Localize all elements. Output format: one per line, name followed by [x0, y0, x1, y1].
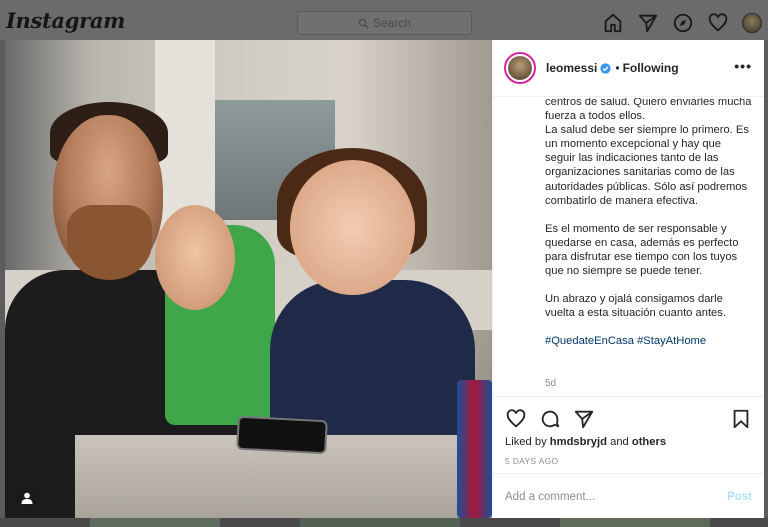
verified-badge-icon	[600, 62, 612, 74]
search-box[interactable]: Search	[297, 11, 472, 35]
more-options-button[interactable]: •••	[734, 58, 752, 74]
activity-heart-icon[interactable]	[707, 12, 729, 34]
post-photo[interactable]	[5, 40, 492, 518]
action-icons	[505, 408, 595, 430]
post-timestamp[interactable]: 5 DAYS AGO	[505, 456, 558, 466]
caption-age: 5d	[545, 378, 557, 389]
photo-phone	[236, 415, 328, 455]
hashtag-link[interactable]: #QuedateEnCasa	[545, 335, 634, 347]
search-icon	[358, 18, 369, 29]
search-placeholder: Search	[372, 16, 412, 30]
caption-paragraph-3: Es el momento de ser responsable y queda…	[545, 222, 739, 278]
post-side-panel: leomessi • Following ••• centros de salu…	[492, 40, 764, 518]
comment-icon[interactable]	[539, 408, 561, 430]
bookmark-icon[interactable]	[730, 408, 752, 430]
post-modal: leomessi • Following ••• centros de salu…	[5, 40, 764, 518]
direct-icon[interactable]	[637, 12, 659, 34]
share-icon[interactable]	[573, 408, 595, 430]
profile-avatar[interactable]	[742, 13, 762, 33]
liked-by-others[interactable]: others	[632, 436, 666, 448]
instagram-logo[interactable]: Instagram	[6, 8, 125, 33]
post-header: leomessi • Following •••	[493, 40, 764, 97]
home-icon[interactable]	[602, 12, 624, 34]
photo-girl-head	[290, 160, 415, 295]
liked-by-and: and	[610, 436, 629, 448]
background-feed-strip	[0, 518, 768, 527]
hashtag-link[interactable]: #StayAtHome	[637, 335, 706, 347]
user-tag-icon	[21, 492, 33, 504]
author-avatar[interactable]	[504, 52, 536, 84]
nav-icons	[602, 12, 762, 34]
caption-paragraph-4: Un abrazo y ojalá consigamos darle vuelt…	[545, 293, 726, 320]
post-caption: centros de salud. Quiero enviarles mucha…	[493, 98, 764, 390]
photo-boy-head	[155, 205, 235, 310]
liked-by-user[interactable]: hmdsbryjd	[550, 436, 607, 448]
explore-icon[interactable]	[672, 12, 694, 34]
liked-by: Liked by hmdsbryjd and others	[505, 436, 666, 448]
comment-box: Post	[493, 473, 764, 519]
photo-man-beard	[67, 205, 152, 280]
top-nav: Instagram Search	[0, 0, 768, 40]
caption-hashtags: #QuedateEnCasa #StayAtHome	[545, 334, 752, 348]
photo-cup	[457, 380, 492, 518]
caption-paragraph-2: La salud debe ser siempre lo primero. Es…	[545, 124, 749, 207]
like-heart-icon[interactable]	[505, 408, 527, 430]
liked-by-prefix: Liked by	[505, 436, 547, 448]
caption-paragraph-1: centros de salud. Quiero enviarles mucha…	[545, 98, 752, 123]
post-actions: Liked by hmdsbryjd and others 5 DAYS AGO…	[493, 396, 764, 518]
following-button[interactable]: Following	[623, 61, 679, 75]
author-username[interactable]: leomessi	[546, 61, 597, 75]
post-comment-button[interactable]: Post	[727, 491, 752, 503]
comment-input[interactable]	[505, 490, 728, 503]
header-separator: •	[615, 61, 620, 75]
tagged-users-button[interactable]	[15, 486, 39, 510]
